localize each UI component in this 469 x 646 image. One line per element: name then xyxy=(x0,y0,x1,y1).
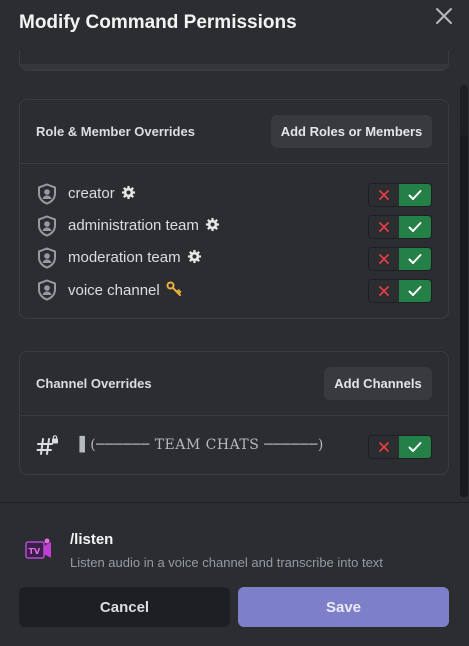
cancel-button[interactable]: Cancel xyxy=(19,587,230,627)
add-channels-button[interactable]: Add Channels xyxy=(324,367,432,400)
command-name: /listen xyxy=(70,531,114,548)
modal-title: Modify Command Permissions xyxy=(19,12,297,33)
command-description: Listen audio in a voice channel and tran… xyxy=(70,555,383,570)
allow-button[interactable] xyxy=(399,280,431,302)
role-shield-icon xyxy=(36,215,58,237)
modal-footer: TV /listen Listen audio in a voice chann… xyxy=(0,502,469,646)
deny-button[interactable] xyxy=(369,248,400,270)
role-row-administration-team: administration team xyxy=(20,211,448,241)
gear-icon xyxy=(187,249,202,268)
modal-header: Modify Command Permissions xyxy=(0,0,469,50)
permission-toggle xyxy=(368,279,432,303)
gear-icon xyxy=(121,185,136,204)
save-button[interactable]: Save xyxy=(238,587,449,627)
tv-camera-icon: TV xyxy=(25,536,53,564)
role-label: voice channel xyxy=(68,282,160,299)
deny-button[interactable] xyxy=(369,280,400,302)
role-row-creator: creator xyxy=(20,179,448,209)
role-row-voice-channel: voice channel xyxy=(20,275,448,305)
channel-overrides-header: Channel Overrides Add Channels xyxy=(20,352,448,416)
channel-row-team-chats: ▐ (────── TEAM CHATS ──────) xyxy=(20,431,448,461)
allow-button[interactable] xyxy=(399,216,431,238)
permission-toggle xyxy=(368,247,432,271)
previous-section-edge xyxy=(19,50,449,71)
role-row-moderation-team: moderation team xyxy=(20,243,448,273)
permission-toggle xyxy=(368,435,432,459)
hash-lock-icon xyxy=(36,435,58,457)
role-shield-icon xyxy=(36,183,58,205)
permissions-scroll-area[interactable]: Role & Member Overrides Add Roles or Mem… xyxy=(0,50,469,502)
role-overrides-title: Role & Member Overrides xyxy=(36,124,195,139)
allow-button[interactable] xyxy=(399,184,431,206)
allow-button[interactable] xyxy=(399,248,431,270)
allow-button[interactable] xyxy=(399,436,431,458)
add-roles-or-members-button[interactable]: Add Roles or Members xyxy=(271,115,432,148)
svg-text:TV: TV xyxy=(29,547,41,556)
scrollbar-thumb[interactable] xyxy=(460,135,468,497)
deny-button[interactable] xyxy=(369,436,400,458)
channel-overrides-card: Channel Overrides Add Channels ▐ (──────… xyxy=(19,351,449,475)
channel-label: ▐ (────── TEAM CHATS ──────) xyxy=(74,437,324,453)
key-icon xyxy=(166,281,182,301)
channel-overrides-title: Channel Overrides xyxy=(36,376,152,391)
permission-toggle xyxy=(368,183,432,207)
permission-toggle xyxy=(368,215,432,239)
role-label: administration team xyxy=(68,217,199,234)
role-shield-icon xyxy=(36,279,58,301)
gear-icon xyxy=(205,217,220,236)
role-label: creator xyxy=(68,185,115,202)
role-shield-icon xyxy=(36,247,58,269)
close-icon[interactable] xyxy=(433,5,455,27)
role-label: moderation team xyxy=(68,249,181,266)
deny-button[interactable] xyxy=(369,184,400,206)
role-overrides-header: Role & Member Overrides Add Roles or Mem… xyxy=(20,100,448,164)
role-overrides-card: Role & Member Overrides Add Roles or Mem… xyxy=(19,99,449,319)
deny-button[interactable] xyxy=(369,216,400,238)
